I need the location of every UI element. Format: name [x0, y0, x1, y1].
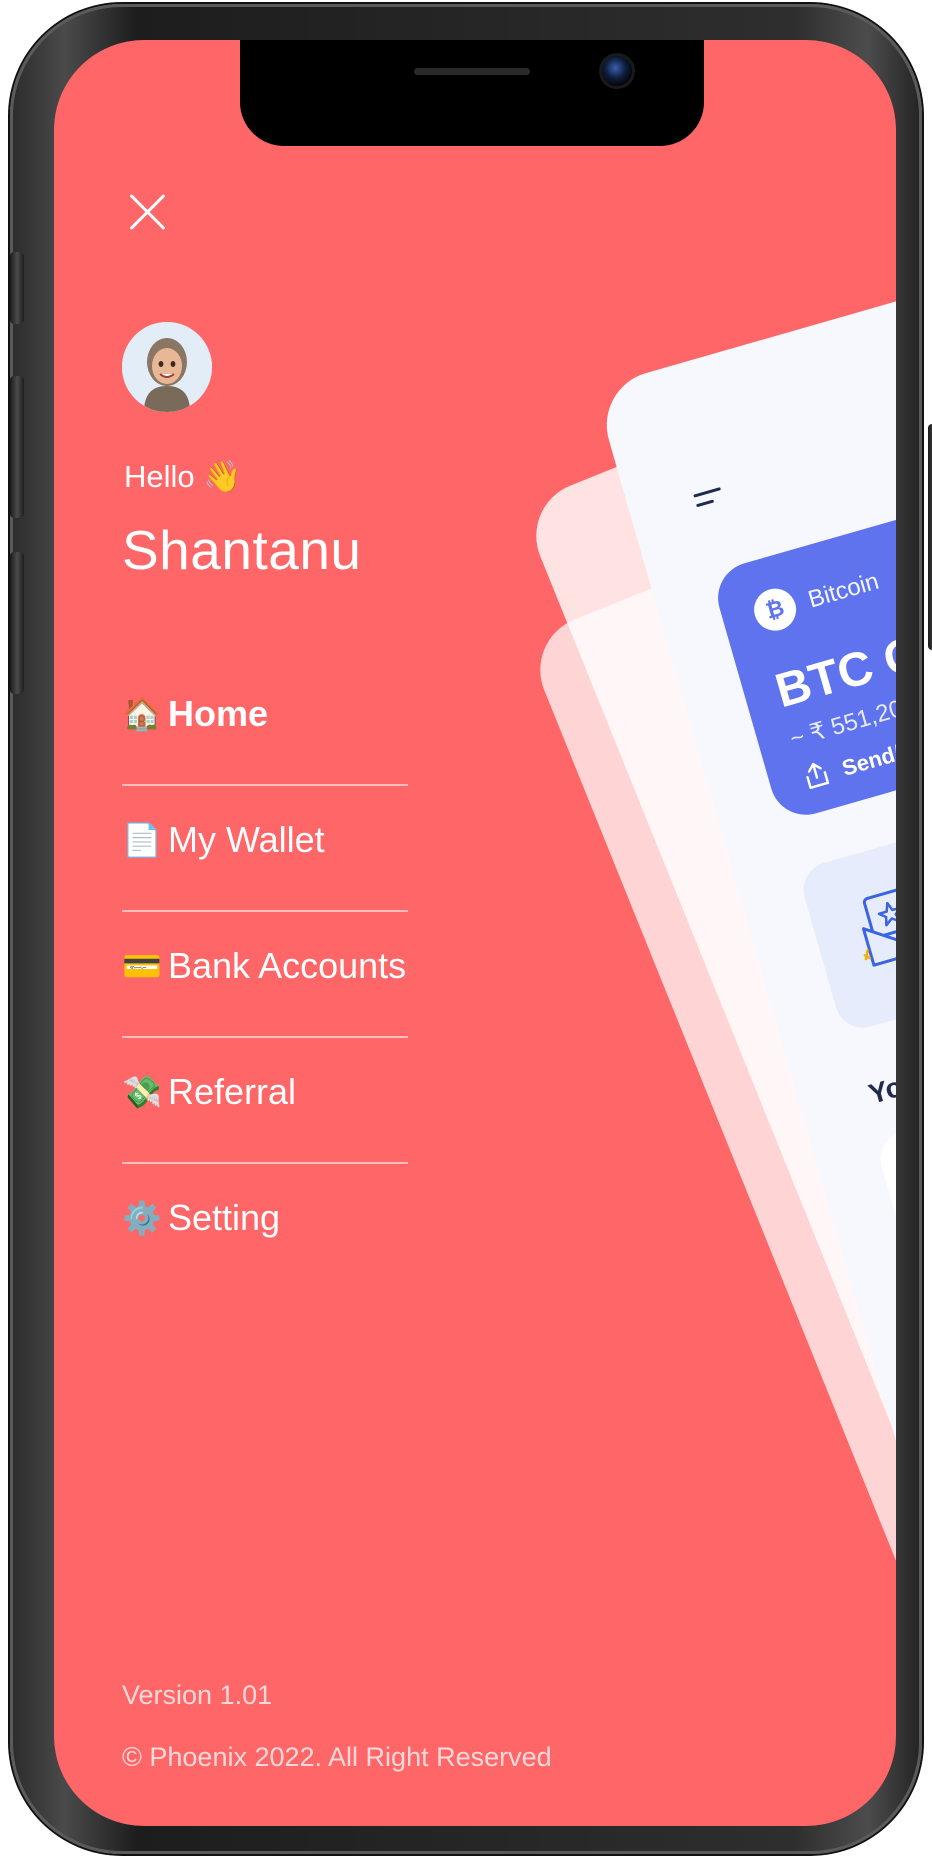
app-version: Version 1.01	[122, 1680, 273, 1710]
gear-icon: ⚙️	[122, 1200, 162, 1236]
menu-item-label: Bank Accounts	[168, 945, 407, 986]
bitcoin-icon: ₿	[749, 583, 802, 636]
menu-item-label: Home	[168, 693, 269, 734]
document-icon: 📄	[122, 822, 162, 858]
menu-item-referral[interactable]: 💸 Referral	[122, 1038, 422, 1164]
menu-item-bank-accounts[interactable]: 💳 Bank Accounts	[122, 912, 422, 1038]
notch	[240, 40, 704, 146]
wallet-card[interactable]: ₿ Bitcoin BTC O ~ ₹ 551,20 Send/	[709, 457, 896, 824]
menu-item-label: My Wallet	[168, 819, 325, 860]
drawer-menu: 🏠 Home 📄 My Wallet 💳 Bank Accounts 💸 Ref…	[122, 660, 422, 1290]
envelope-icon	[861, 886, 896, 967]
house-icon: 🏠	[122, 696, 162, 732]
power-button	[928, 424, 932, 650]
speaker-grille	[414, 68, 530, 75]
front-camera	[602, 56, 632, 86]
coin-name: Bitcoin	[805, 567, 882, 614]
copyright-notice: © Phoenix 2022. All Right Reserved	[122, 1742, 552, 1772]
money-wings-icon: 💸	[122, 1074, 162, 1110]
close-button[interactable]	[126, 190, 170, 234]
avatar[interactable]	[122, 322, 212, 412]
menu-item-label: Referral	[168, 1071, 297, 1112]
volume-up-button	[10, 376, 24, 518]
menu-item-home[interactable]: 🏠 Home	[122, 660, 422, 786]
hamburger-icon[interactable]	[693, 487, 727, 514]
mute-switch	[10, 252, 24, 324]
asset-card[interactable]	[874, 1024, 896, 1285]
menu-item-label: Setting	[168, 1197, 281, 1238]
share-icon	[806, 762, 830, 789]
volume-down-button	[10, 552, 24, 694]
phone-screen: ₿ Bitcoin BTC O ~ ₹ 551,20 Send/ Your He…	[54, 40, 896, 1826]
phone-frame: ₿ Bitcoin BTC O ~ ₹ 551,20 Send/ Your He…	[10, 4, 932, 1854]
greeting: Hello 👋	[124, 459, 242, 494]
user-name: Shantanu	[122, 519, 362, 581]
send-button[interactable]: Send/	[839, 740, 896, 782]
user-avatar-icon	[122, 322, 212, 412]
credit-card-icon: 💳	[122, 948, 162, 984]
menu-item-my-wallet[interactable]: 📄 My Wallet	[122, 786, 422, 912]
menu-item-setting[interactable]: ⚙️ Setting	[122, 1164, 422, 1290]
section-title: Your	[865, 1063, 896, 1110]
